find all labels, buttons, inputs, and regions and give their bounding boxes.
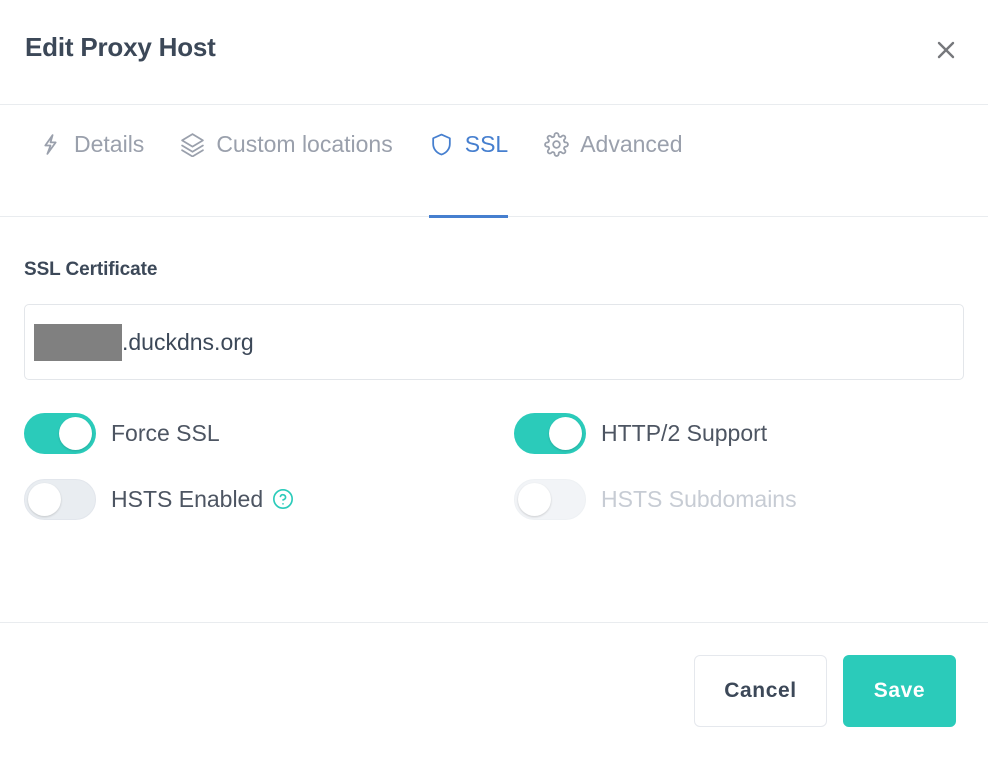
tab-bar: Details Custom locations SSL Advanced	[0, 105, 988, 218]
hsts-enabled-toggle[interactable]	[24, 478, 96, 520]
toggle-row-force-ssl[interactable]: Force SSL	[24, 410, 514, 456]
tab-label: Details	[74, 130, 145, 157]
toggle-row-http2-support[interactable]: HTTP/2 Support	[514, 410, 964, 456]
layers-icon	[180, 132, 205, 157]
zap-icon	[38, 132, 63, 157]
hsts-enabled-text: HSTS Enabled	[111, 485, 264, 512]
redacted-hostname	[34, 323, 122, 361]
ssl-options-grid: Force SSL HTTP/2 Support HSTS Enabled HS…	[24, 410, 964, 522]
force-ssl-toggle[interactable]	[24, 412, 96, 454]
tab-advanced[interactable]: Advanced	[526, 105, 700, 217]
ssl-panel: SSL Certificate .duckdns.org Force SSL H…	[0, 217, 988, 622]
section-title-ssl-certificate: SSL Certificate	[24, 259, 158, 280]
modal-footer: Cancel Save	[0, 622, 988, 758]
hsts-subdomains-label: HSTS Subdomains	[601, 485, 797, 512]
tab-label: Advanced	[580, 130, 683, 157]
http2-support-label: HTTP/2 Support	[601, 419, 768, 446]
tab-ssl[interactable]: SSL	[411, 105, 526, 218]
ssl-certificate-value: .duckdns.org	[122, 328, 254, 355]
edit-proxy-host-modal: Edit Proxy Host Details Custom locations…	[0, 0, 988, 758]
toggle-knob	[28, 482, 61, 516]
toggle-knob	[518, 482, 551, 516]
gear-icon	[544, 131, 570, 157]
page-title: Edit Proxy Host	[25, 32, 216, 62]
tab-custom-locations[interactable]: Custom locations	[162, 105, 410, 217]
http2-support-toggle[interactable]	[514, 412, 586, 454]
tab-details[interactable]: Details	[20, 105, 162, 217]
hsts-enabled-label: HSTS Enabled	[111, 485, 294, 512]
tab-label: Custom locations	[216, 130, 393, 157]
save-button[interactable]: Save	[843, 654, 956, 727]
cancel-button[interactable]: Cancel	[694, 654, 827, 727]
question-circle-icon[interactable]	[272, 488, 294, 510]
close-icon[interactable]	[926, 30, 966, 70]
tab-label: SSL	[464, 130, 509, 157]
hsts-subdomains-toggle	[514, 478, 586, 520]
shield-icon	[429, 132, 454, 157]
modal-header: Edit Proxy Host	[0, 0, 988, 105]
toggle-knob	[59, 416, 92, 450]
toggle-row-hsts-enabled[interactable]: HSTS Enabled	[24, 476, 514, 522]
ssl-certificate-select[interactable]: .duckdns.org	[24, 304, 964, 380]
force-ssl-label: Force SSL	[111, 419, 220, 446]
toggle-knob	[549, 416, 582, 450]
toggle-row-hsts-subdomains: HSTS Subdomains	[514, 476, 964, 522]
